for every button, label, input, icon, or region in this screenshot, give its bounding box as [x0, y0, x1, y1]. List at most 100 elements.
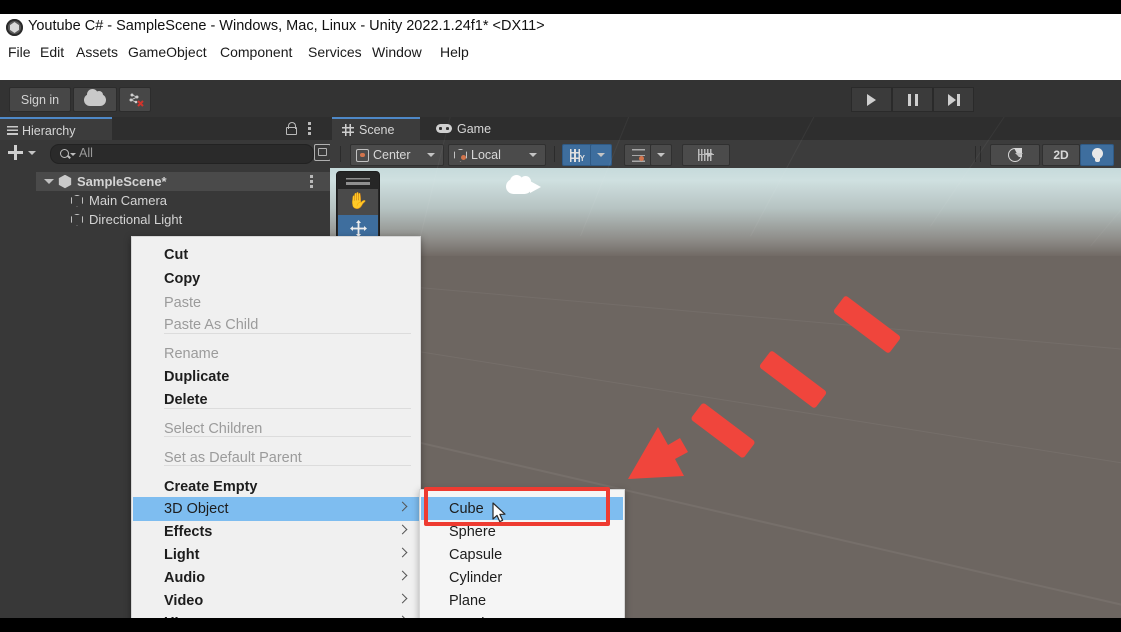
play-icon: [867, 93, 876, 106]
cloud-button[interactable]: [73, 87, 117, 112]
menu-item-services[interactable]: Services: [308, 44, 362, 60]
rotation-mode-dropdown[interactable]: Local: [448, 144, 546, 166]
row-kebab-menu-icon[interactable]: [310, 175, 313, 188]
submenu-item-plane[interactable]: Plane: [421, 589, 623, 612]
submenu-item-quad[interactable]: Quad: [421, 612, 623, 619]
pause-button[interactable]: [892, 87, 933, 112]
chevron-down-icon[interactable]: [28, 151, 36, 155]
scene-sky: [330, 168, 1121, 256]
scene-lighting-toggle[interactable]: [1080, 144, 1114, 166]
tab-scene[interactable]: Scene: [332, 117, 420, 140]
scene-tool-palette: ✋: [336, 171, 380, 242]
lock-icon[interactable]: [286, 122, 297, 135]
hierarchy-row-directional-light[interactable]: Directional Light: [36, 210, 182, 229]
rotation-mode-label: Local: [471, 148, 501, 162]
window-title: Youtube C# - SampleScene - Windows, Mac,…: [28, 18, 545, 34]
context-menu-item-cut[interactable]: Cut: [133, 243, 419, 267]
context-menu-item-effects[interactable]: Effects: [133, 520, 419, 544]
arrow-head-icon: [628, 427, 688, 479]
tab-game[interactable]: Game: [426, 117, 508, 140]
letterbox-top: [0, 0, 1121, 14]
gameobject-cube-icon: [70, 194, 84, 208]
title-bar: Youtube C# - SampleScene - Windows, Mac,…: [0, 14, 1121, 42]
hierarchy-search-row: All: [0, 140, 331, 166]
shading-mode-dropdown[interactable]: [990, 144, 1040, 166]
cloud-icon: [84, 88, 106, 106]
play-button[interactable]: [851, 87, 892, 112]
hierarchy-row-label: Main Camera: [89, 193, 168, 208]
hierarchy-row-samplescene[interactable]: SampleScene*: [36, 172, 352, 191]
context-menu-item-ui[interactable]: UI: [133, 611, 419, 618]
grid-snapping-toggle[interactable]: [624, 144, 652, 166]
menu-item-edit[interactable]: Edit: [40, 44, 64, 60]
context-menu-item-paste-as-child: Paste As Child: [133, 313, 419, 337]
filter-expand-icon[interactable]: [314, 144, 331, 161]
step-button[interactable]: [933, 87, 974, 112]
expand-arrow-icon[interactable]: [44, 179, 54, 184]
context-menu-item-label: Copy: [164, 271, 201, 287]
red-highlight-box: [424, 487, 610, 526]
context-menu-item-label: Rename: [164, 346, 219, 362]
menu-bar: File Edit Assets GameObject Component Service…: [0, 42, 1121, 64]
context-menu-item-create-empty[interactable]: Create Empty: [133, 475, 419, 499]
hierarchy-row-label: Directional Light: [89, 212, 183, 227]
context-menu-item-copy[interactable]: Copy: [133, 267, 419, 291]
menu-item-assets[interactable]: Assets: [76, 44, 118, 60]
context-menu-item-label: Create Empty: [164, 479, 258, 495]
context-menu-item-video[interactable]: Video: [133, 589, 419, 613]
context-menu-item-label: Paste: [164, 295, 202, 311]
hierarchy-row-main-camera[interactable]: Main Camera: [36, 191, 167, 210]
grid-snapping-dropdown[interactable]: [650, 144, 672, 166]
context-menu-item-audio[interactable]: Audio: [133, 566, 419, 590]
context-menu-item-label: Light: [164, 547, 200, 563]
two-d-toggle[interactable]: 2D: [1042, 144, 1080, 166]
context-menu-item-delete[interactable]: Delete: [133, 388, 419, 412]
chevron-right-icon: [397, 547, 408, 558]
chevron-down-icon: [597, 153, 605, 157]
rotation-local-icon: [454, 149, 467, 162]
plus-icon[interactable]: [8, 145, 23, 160]
context-menu-item-select-children: Select Children: [133, 417, 419, 441]
menu-item-component[interactable]: Component: [220, 44, 292, 60]
kebab-menu-icon[interactable]: [308, 122, 311, 135]
submenu-item-capsule[interactable]: Capsule: [421, 543, 623, 566]
context-menu-item-label: 3D Object: [164, 501, 229, 517]
chevron-right-icon: [397, 570, 408, 581]
vertex-snapping-toggle[interactable]: Y: [562, 144, 592, 166]
sign-in-button[interactable]: Sign in: [9, 87, 71, 112]
chevron-down-icon: [1014, 153, 1023, 157]
search-filter-caret-icon: [70, 153, 76, 156]
menu-item-file[interactable]: File: [8, 44, 31, 60]
chevron-right-icon: [397, 593, 408, 604]
context-menu-item-duplicate[interactable]: Duplicate: [133, 365, 419, 389]
menu-item-gameobject[interactable]: GameObject: [128, 44, 207, 60]
pivot-center-icon: [356, 148, 369, 162]
submenu-item-cylinder[interactable]: Cylinder: [421, 566, 623, 589]
menu-item-window[interactable]: Window: [372, 44, 422, 60]
account-services-button[interactable]: [119, 87, 151, 112]
context-menu-item-paste: Paste: [133, 291, 419, 315]
hand-tool-button[interactable]: ✋: [338, 189, 378, 215]
ruler-dropdown[interactable]: [682, 144, 730, 166]
hand-tool-icon: ✋: [348, 193, 368, 210]
search-input[interactable]: All: [50, 144, 314, 164]
context-menu-item-label: Paste As Child: [164, 317, 259, 333]
context-menu-item-3d-object[interactable]: 3D Object: [133, 497, 419, 521]
chevron-down-icon: [705, 153, 713, 157]
tab-hierarchy[interactable]: Hierarchy: [0, 117, 112, 142]
hierarchy-tab-row: Hierarchy: [0, 117, 330, 142]
editor-toolbar: Sign in: [0, 80, 1121, 118]
chevron-down-icon: [427, 153, 435, 157]
hierarchy-row-label: SampleScene*: [77, 174, 167, 189]
menu-item-help[interactable]: Help: [440, 44, 469, 60]
scene-grid-icon: [342, 123, 354, 136]
context-menu-item-label: Audio: [164, 570, 206, 586]
tab-hierarchy-label: Hierarchy: [22, 123, 76, 138]
lighting-bulb-icon: [1091, 147, 1103, 163]
account-services-icon: [129, 93, 144, 107]
move-tool-icon: [349, 219, 367, 237]
palette-drag-handle[interactable]: [346, 178, 370, 185]
context-menu-item-light[interactable]: Light: [133, 543, 419, 567]
pivot-mode-dropdown[interactable]: Center: [350, 144, 444, 166]
gameobject-cube-icon: [70, 213, 84, 227]
